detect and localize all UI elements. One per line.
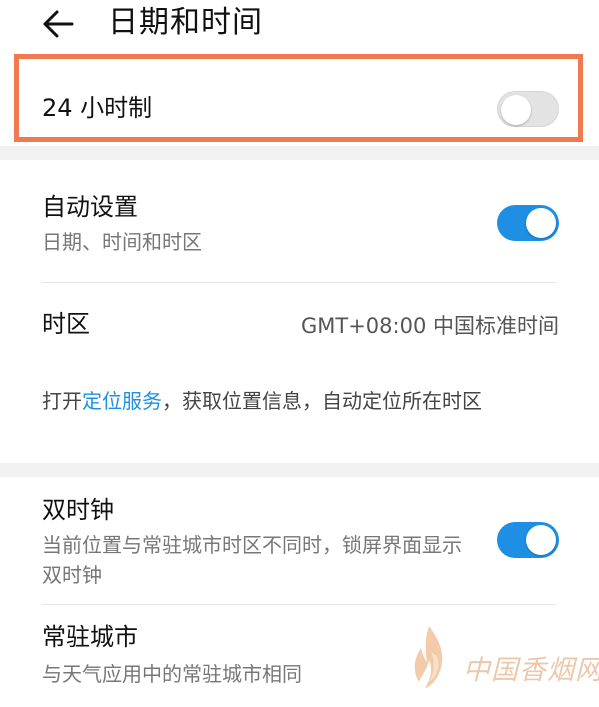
header: 日期和时间	[0, 0, 599, 50]
date-time-settings-page: 日期和时间 24 小时制 自动设置 日期、时间和时区 时区 GMT+08:00 …	[0, 0, 599, 707]
divider	[42, 604, 557, 605]
toggle-knob	[526, 208, 556, 238]
hour24-toggle[interactable]	[497, 91, 559, 127]
auto-setting-toggle[interactable]	[497, 205, 559, 241]
watermark-text: 中国香烟网	[463, 655, 599, 686]
arrow-left-icon	[43, 10, 74, 38]
watermark: 中国香烟网	[403, 622, 599, 700]
divider	[42, 282, 557, 283]
section-gap	[0, 463, 599, 477]
section-gap	[0, 146, 599, 160]
home-city-label[interactable]: 常驻城市	[42, 622, 138, 652]
dual-clock-label: 双时钟	[42, 496, 114, 524]
dual-clock-toggle[interactable]	[497, 522, 559, 558]
timezone-label: 时区	[42, 310, 90, 338]
flame-logo-icon	[414, 626, 443, 688]
toggle-knob	[526, 525, 556, 555]
back-button[interactable]	[38, 4, 78, 44]
toggle-knob	[501, 95, 531, 125]
auto-setting-subtitle: 日期、时间和时区	[42, 230, 202, 254]
home-city-subtitle: 与天气应用中的常驻城市相同	[42, 662, 302, 686]
page-title: 日期和时间	[108, 5, 263, 40]
location-notice: 打开定位服务，获取位置信息，自动定位所在时区	[42, 384, 557, 418]
location-notice-prefix: 打开	[42, 389, 82, 413]
auto-setting-label: 自动设置	[42, 193, 138, 221]
location-notice-suffix: ，获取位置信息，自动定位所在时区	[162, 389, 482, 413]
timezone-value[interactable]: GMT+08:00 中国标准时间	[301, 311, 559, 341]
dual-clock-subtitle: 当前位置与常驻城市时区不同时，锁屏界面显示双时钟	[42, 533, 462, 587]
hour24-label: 24 小时制	[42, 94, 153, 122]
location-service-link[interactable]: 定位服务	[82, 389, 162, 413]
